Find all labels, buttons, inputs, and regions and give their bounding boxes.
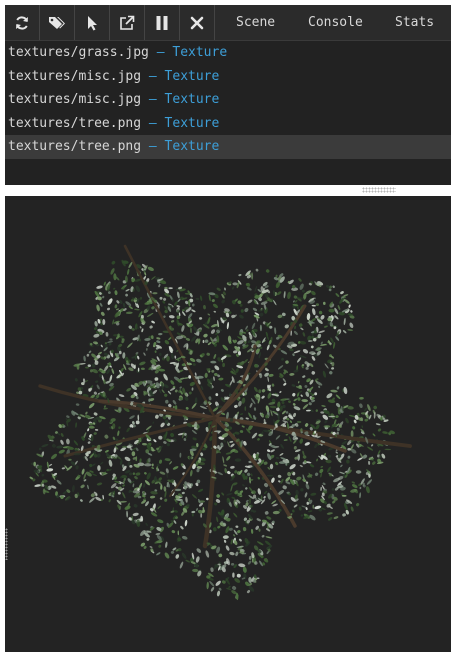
log-entry-selected[interactable]: textures/tree.png – Texture	[5, 135, 451, 159]
tags-icon	[48, 15, 66, 31]
log-entry-type[interactable]: Texture	[165, 116, 220, 131]
log-entry-separator: –	[148, 115, 157, 131]
log-entry-type[interactable]: Texture	[165, 92, 220, 107]
log-entry-separator: –	[156, 45, 165, 60]
log-entry[interactable]: textures/misc.jpg – Texture	[5, 65, 451, 89]
toolbar: Scene Console Stats	[5, 5, 451, 41]
log-entry[interactable]: textures/misc.jpg – Texture	[5, 88, 451, 112]
log-entry-path: textures/tree.png	[8, 139, 142, 154]
pause-icon	[155, 15, 169, 31]
tab-console[interactable]: Console	[308, 5, 363, 40]
log-entry-path: textures/grass.jpg	[8, 45, 149, 60]
log-entry-path: textures/misc.jpg	[8, 92, 142, 107]
viewport-side-handle[interactable]	[5, 528, 8, 560]
tab-stats[interactable]: Stats	[395, 5, 434, 40]
tree-canopy-render	[29, 244, 412, 601]
close-button[interactable]	[180, 5, 215, 40]
panel-resize-handle[interactable]	[362, 187, 396, 193]
inspector-panel: Scene Console Stats textures/grass.jpg –…	[5, 5, 451, 185]
pointer-icon	[85, 15, 99, 31]
popout-button[interactable]	[110, 5, 145, 40]
tags-button[interactable]	[40, 5, 75, 40]
pause-button[interactable]	[145, 5, 180, 40]
tab-scene[interactable]: Scene	[236, 5, 275, 40]
log-entry-type[interactable]: Texture	[165, 139, 220, 154]
log-entry[interactable]: textures/grass.jpg – Texture	[5, 41, 451, 65]
log-entry-path: textures/misc.jpg	[8, 68, 142, 84]
log-entry-separator: –	[148, 68, 157, 84]
refresh-button[interactable]	[5, 5, 40, 40]
log-entry-separator: –	[148, 139, 157, 154]
log-entry-type[interactable]: Texture	[165, 69, 220, 84]
refresh-icon	[14, 15, 30, 31]
log-entry-separator: –	[148, 92, 157, 107]
select-button[interactable]	[75, 5, 110, 40]
close-icon	[190, 16, 204, 30]
console-log: textures/grass.jpg – Texture textures/mi…	[5, 41, 451, 159]
log-entry[interactable]: textures/tree.png – Texture	[5, 112, 451, 136]
log-entry-type[interactable]: Texture	[172, 45, 227, 60]
external-link-icon	[119, 15, 135, 31]
3d-viewport[interactable]	[5, 196, 451, 652]
log-entry-path: textures/tree.png	[8, 115, 142, 131]
